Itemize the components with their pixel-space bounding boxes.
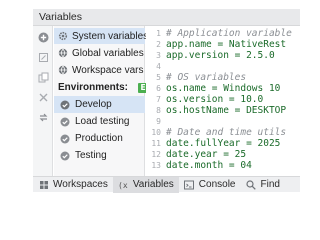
- line-number: 7: [156, 95, 161, 104]
- line-number: 3: [156, 51, 161, 60]
- tab-label: Workspaces: [53, 179, 108, 190]
- console-icon: [184, 179, 195, 190]
- code-line: # OS variables: [166, 72, 247, 83]
- tab-label: Console: [198, 179, 236, 190]
- code-line: app.name = NativeRest: [166, 39, 287, 50]
- tab-console[interactable]: Console: [179, 177, 241, 193]
- line-number: 11: [151, 139, 161, 148]
- environment-label: Production: [75, 133, 123, 144]
- tab-find[interactable]: Find: [241, 177, 285, 193]
- tab-label: Find: [260, 179, 280, 190]
- environment-label: Develop: [75, 99, 112, 110]
- code-line: os.version = 10.0: [166, 94, 264, 105]
- check-circle-icon: [60, 100, 70, 110]
- environment-label: Load testing: [75, 116, 130, 127]
- line-number: 8: [156, 106, 161, 115]
- line-number: 5: [156, 73, 161, 82]
- line-number: 4: [156, 62, 161, 71]
- toolbar: [33, 26, 53, 176]
- gear-icon: [58, 31, 68, 42]
- bottom-tab-bar: Workspaces (x) Variables Console Find: [33, 176, 300, 193]
- copy-icon[interactable]: [37, 71, 49, 83]
- code-line: # Date and time utils: [166, 127, 287, 138]
- code-line: os.name = Windows 10: [166, 83, 281, 94]
- environment-label: Testing: [75, 150, 107, 161]
- globe-icon: [58, 65, 68, 76]
- environment-testing[interactable]: Testing: [54, 147, 145, 164]
- line-number: 6: [156, 84, 161, 93]
- panel-title: Variables: [39, 11, 82, 23]
- search-icon: [246, 179, 257, 190]
- workspaces-icon: [38, 179, 49, 190]
- environments-label: Environments:: [58, 82, 129, 93]
- scope-label: Workspace vars: [72, 64, 144, 76]
- scope-global-variables[interactable]: Global variables G: [54, 45, 153, 61]
- line-number: 10: [151, 128, 161, 137]
- tab-variables[interactable]: (x) Variables: [112, 176, 179, 193]
- code-line: date.year = 25: [166, 149, 247, 160]
- line-number: 12: [151, 150, 161, 159]
- refresh-icon[interactable]: [37, 111, 49, 123]
- environments-heading: Environments: E: [58, 82, 149, 93]
- environment-production[interactable]: Production: [54, 130, 145, 147]
- variables-editor[interactable]: 1 2 3 4 5 6 7 8 9 10 11 12 13 # Applicat…: [146, 26, 300, 176]
- scope-system-variables[interactable]: System variables S: [54, 28, 157, 44]
- line-number: 13: [151, 161, 161, 170]
- tab-workspaces[interactable]: Workspaces: [33, 177, 113, 193]
- line-number: 2: [156, 40, 161, 49]
- svg-text:(x): (x): [118, 181, 129, 190]
- code-line: date.month = 04: [166, 160, 252, 171]
- code-line: app.version = 2.5.0: [166, 50, 275, 61]
- code-line: # Application variable: [166, 28, 292, 39]
- line-number-gutter: 1 2 3 4 5 6 7 8 9 10 11 12 13: [146, 26, 163, 176]
- variables-sidebar: System variables S Global variables G Wo…: [54, 26, 157, 176]
- add-icon[interactable]: [37, 31, 49, 43]
- check-circle-icon: [60, 151, 70, 161]
- globe-icon: [58, 48, 68, 59]
- scope-workspace-vars[interactable]: Workspace vars W: [54, 62, 155, 78]
- scope-label: System variables: [72, 30, 149, 42]
- code-line: date.fullYear = 2025: [166, 138, 281, 149]
- delete-icon[interactable]: [37, 91, 49, 103]
- variables-icon: (x): [118, 179, 129, 190]
- edit-icon[interactable]: [37, 51, 49, 63]
- tab-label: Variables: [132, 179, 174, 190]
- scope-label: Global variables: [72, 47, 144, 59]
- line-number: 9: [156, 117, 161, 126]
- check-circle-icon: [60, 134, 70, 144]
- environment-load-testing[interactable]: Load testing: [54, 113, 145, 130]
- check-circle-icon: [60, 117, 70, 127]
- panel-header: Variables: [33, 9, 300, 26]
- line-number: 1: [156, 29, 161, 38]
- code-line: os.hostName = DESKTOP: [166, 105, 287, 116]
- environment-develop[interactable]: Develop: [54, 96, 145, 113]
